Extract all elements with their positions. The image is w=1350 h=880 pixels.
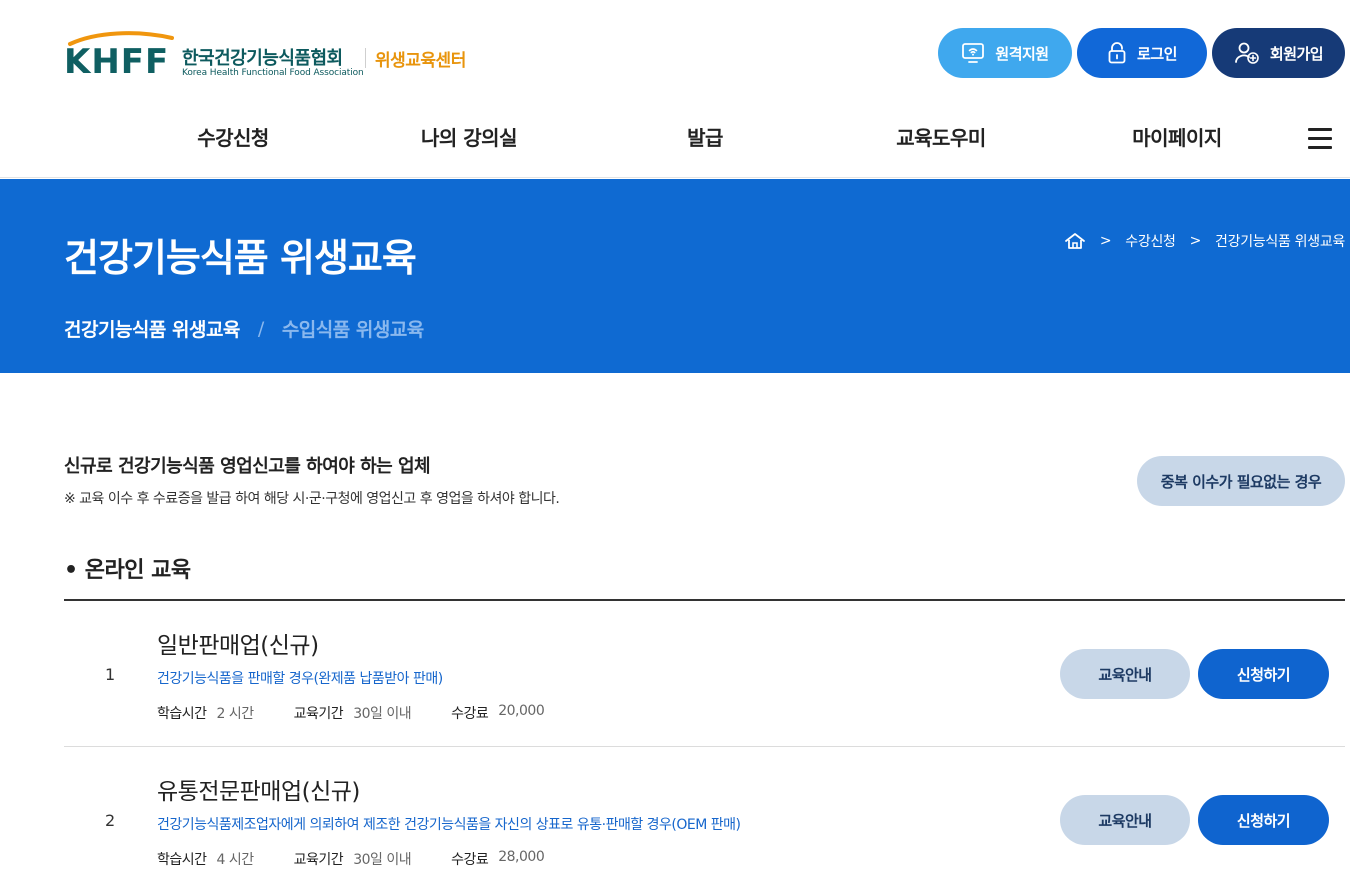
tab-imported-food-hygiene[interactable]: 수입식품 위생교육 [282,315,424,342]
monitor-wifi-icon [962,43,985,63]
page-title: 건강기능식품 위생교육 [64,236,417,280]
chevron-right-icon: > [1189,233,1202,249]
fee-value: 28,000 [498,849,545,865]
intro-title: 신규로 건강기능식품 영업신고를 하여야 하는 업체 [64,456,431,477]
course-number: 1 [105,665,116,684]
section-title-online: • 온라인 교육 [64,558,191,583]
fee-label: 수강료 [451,706,489,722]
add-user-icon [1234,42,1259,64]
logo-org-name: 한국건강기능식품협회 [182,48,343,69]
study-time-value: 4 시간 [216,852,255,868]
course-row: 2 유통전문판매업(신규) 건강기능식품제조업자에게 의뢰하여 제조한 건강기능… [64,747,1345,880]
breadcrumb-item-current[interactable]: 건강기능식품 위생교육 [1215,231,1345,251]
course-description: 건강기능식품을 판매할 경우(완제품 납품받아 판매) [157,671,443,687]
remote-support-button[interactable]: 원격지원 [938,28,1072,78]
nav-item-certificate[interactable]: 발급 [687,122,723,151]
no-duplicate-button[interactable]: 중복 이수가 필요없는 경우 [1137,456,1345,506]
breadcrumb: > 수강신청 > 건강기능식품 위생교육 [1064,231,1345,251]
course-meta: 학습시간 4 시간 교육기간 30일 이내 수강료 28,000 [157,849,584,869]
chevron-right-icon: > [1099,233,1112,249]
page-banner: 건강기능식품 위생교육 > 수강신청 > 건강기능식품 위생교육 건강기능식품 … [0,179,1350,373]
course-name: 일반판매업(신규) [157,633,319,659]
breadcrumb-item-enroll[interactable]: 수강신청 [1125,231,1176,251]
nav-item-my-classroom[interactable]: 나의 강의실 [421,122,517,151]
study-time-label: 학습시간 [157,706,207,722]
course-apply-button[interactable]: 신청하기 [1198,795,1329,845]
logo-center-name: 위생교육센터 [375,51,466,71]
signup-button[interactable]: 회원가입 [1212,28,1345,78]
tab-separator: / [257,317,264,340]
study-time-label: 학습시간 [157,852,207,868]
logo-mark: KHFF [64,42,170,82]
course-description: 건강기능식품제조업자에게 의뢰하여 제조한 건강기능식품을 자신의 상표로 유통… [157,817,741,833]
nav-item-enroll[interactable]: 수강신청 [197,122,269,151]
login-button[interactable]: 로그인 [1077,28,1207,78]
signup-label: 회원가입 [1269,44,1324,63]
lock-icon [1108,42,1126,64]
course-guide-button[interactable]: 교육안내 [1060,795,1190,845]
remote-support-label: 원격지원 [995,44,1049,63]
login-label: 로그인 [1137,44,1177,63]
period-value: 30일 이내 [353,852,412,868]
main-nav: 수강신청 나의 강의실 발급 교육도우미 마이페이지 [0,110,1350,166]
nav-item-mypage[interactable]: 마이페이지 [1132,122,1222,151]
course-name: 유통전문판매업(신규) [157,779,360,805]
fee-value: 20,000 [498,703,545,719]
sub-tabs: 건강기능식품 위생교육 / 수입식품 위생교육 [64,315,424,342]
period-label: 교육기간 [293,706,344,722]
nav-item-help[interactable]: 교육도우미 [896,122,986,151]
course-guide-button[interactable]: 교육안내 [1060,649,1190,699]
logo-org-name-en: Korea Health Functional Food Association [182,68,364,78]
course-meta: 학습시간 2 시간 교육기간 30일 이내 수강료 20,000 [157,703,584,723]
course-number: 2 [105,811,116,830]
fee-label: 수강료 [451,852,489,868]
period-value: 30일 이내 [353,706,412,722]
intro-note: ※ 교육 이수 후 수료증을 발급 하여 해당 시·군·구청에 영업신고 후 영… [64,491,560,507]
logo-divider [365,48,366,68]
site-logo[interactable]: KHFF 한국건강기능식품협회 Korea Health Functional … [64,30,494,82]
period-label: 교육기간 [293,852,344,868]
site-header: KHFF 한국건강기능식품협회 Korea Health Functional … [0,0,1350,178]
course-row: 1 일반판매업(신규) 건강기능식품을 판매할 경우(완제품 납품받아 판매) … [64,601,1345,747]
home-icon[interactable] [1064,232,1086,250]
study-time-value: 2 시간 [216,706,255,722]
course-apply-button[interactable]: 신청하기 [1198,649,1329,699]
menu-icon[interactable] [1308,128,1332,150]
tab-health-food-hygiene[interactable]: 건강기능식품 위생교육 [64,315,240,342]
